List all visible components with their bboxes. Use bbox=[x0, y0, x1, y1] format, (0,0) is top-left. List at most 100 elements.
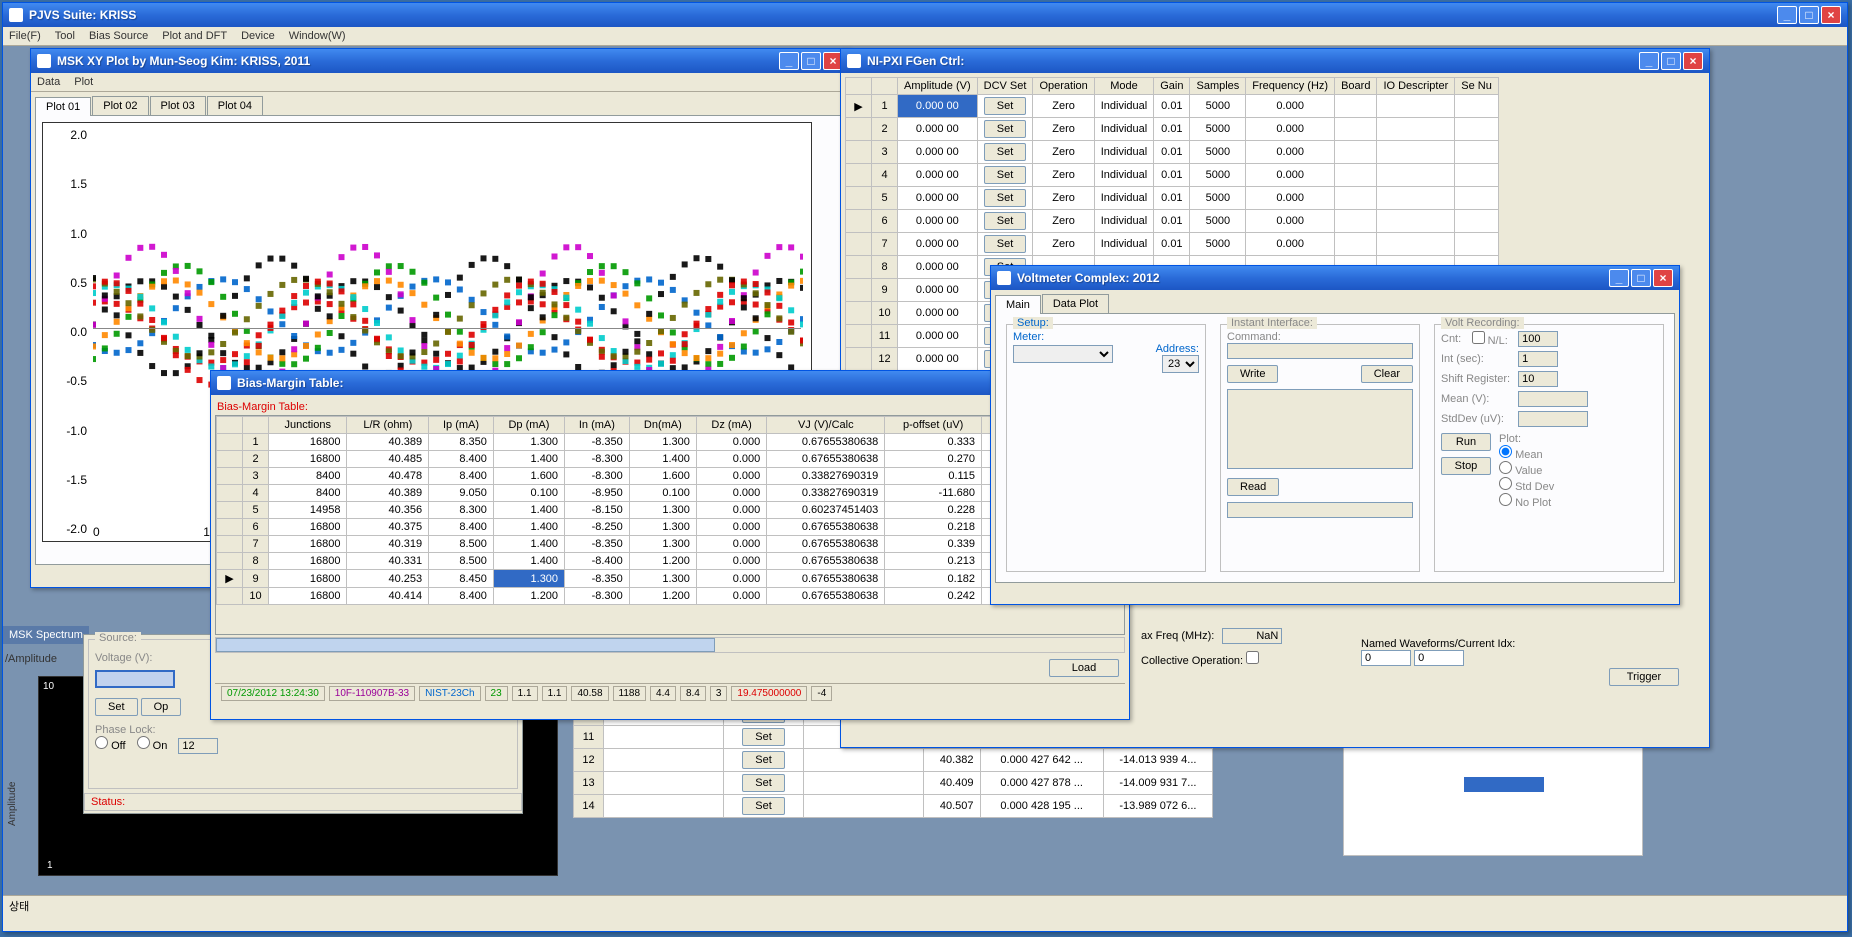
recording-legend: Volt Recording: bbox=[1441, 317, 1524, 329]
menu-window[interactable]: Window(W) bbox=[289, 30, 346, 42]
phase-on[interactable]: On bbox=[137, 740, 168, 752]
stop-button[interactable]: Stop bbox=[1441, 457, 1491, 475]
set-button[interactable]: Set bbox=[742, 797, 785, 815]
command-output bbox=[1227, 389, 1413, 469]
collective-label: Collective Operation: bbox=[1141, 655, 1243, 667]
voltmeter-window: Voltmeter Complex: 2012 _ □ × Main Data … bbox=[990, 265, 1680, 605]
xyplot-title: MSK XY Plot by Mun-Seog Kim: KRISS, 2011 bbox=[57, 54, 779, 68]
xyplot-icon bbox=[37, 54, 51, 68]
bias-title: Bias-Margin Table: bbox=[237, 376, 1059, 390]
command-label: Command: bbox=[1227, 331, 1413, 343]
plot-label: Plot: bbox=[1499, 433, 1554, 445]
set-button[interactable]: Set bbox=[984, 189, 1027, 207]
plot-opt-noplot[interactable]: No Plot bbox=[1499, 497, 1551, 509]
bias-status-strip: 07/23/2012 13:24:30 10F-110907B-33 NIST-… bbox=[215, 683, 1125, 703]
stddev-value bbox=[1518, 411, 1588, 427]
minimize-button[interactable]: _ bbox=[1639, 52, 1659, 70]
instant-legend: Instant Interface: bbox=[1227, 317, 1317, 329]
minimize-button[interactable]: _ bbox=[1777, 6, 1797, 24]
command-input[interactable] bbox=[1227, 343, 1413, 359]
collective-checkbox[interactable] bbox=[1246, 651, 1259, 664]
spectrum-label: MSK Spectrum bbox=[3, 626, 89, 644]
named-wave-label: Named Waveforms/Current Idx: bbox=[1361, 638, 1515, 650]
minimize-button[interactable]: _ bbox=[779, 52, 799, 70]
address-label: Address: bbox=[1156, 343, 1199, 355]
menu-device[interactable]: Device bbox=[241, 30, 275, 42]
maximize-button[interactable]: □ bbox=[1631, 269, 1651, 287]
main-title: PJVS Suite: KRISS bbox=[29, 8, 1777, 22]
fgen-title: NI-PXI FGen Ctrl: bbox=[867, 54, 1639, 68]
menu-file[interactable]: File(F) bbox=[9, 30, 41, 42]
voltage-input[interactable] bbox=[95, 670, 175, 688]
main-menubar: File(F) Tool Bias Source Plot and DFT De… bbox=[3, 27, 1847, 46]
axfreq-label: ax Freq (MHz): bbox=[1141, 630, 1214, 642]
menu-tool[interactable]: Tool bbox=[55, 30, 75, 42]
menu-plot-dft[interactable]: Plot and DFT bbox=[162, 30, 227, 42]
phase-val bbox=[178, 738, 218, 754]
main-titlebar: PJVS Suite: KRISS _ □ × bbox=[3, 3, 1847, 27]
h-scrollbar[interactable] bbox=[215, 637, 1125, 653]
bias-heading: Bias-Margin Table: bbox=[215, 399, 1125, 415]
bias-margin-table[interactable]: JunctionsL/R (ohm)Ip (mA)Dp (mA)In (mA)D… bbox=[216, 416, 1124, 605]
set-button[interactable]: Set bbox=[742, 728, 785, 746]
axfreq-value bbox=[1222, 628, 1282, 644]
source-legend: Source: bbox=[95, 632, 141, 644]
meter-select[interactable] bbox=[1013, 345, 1113, 363]
phase-off[interactable]: Off bbox=[95, 740, 126, 752]
fgen-icon bbox=[847, 54, 861, 68]
set-button[interactable]: Set bbox=[984, 97, 1027, 115]
menu-plot[interactable]: Plot bbox=[74, 76, 93, 88]
tab-main[interactable]: Main bbox=[995, 295, 1041, 314]
trigger-button[interactable]: Trigger bbox=[1609, 668, 1679, 686]
tab-plot01[interactable]: Plot 01 bbox=[35, 97, 91, 116]
set-button[interactable]: Set bbox=[95, 698, 138, 716]
nl-checkbox[interactable] bbox=[1472, 331, 1485, 344]
set-button[interactable]: Set bbox=[742, 751, 785, 769]
mean-label: Mean (V): bbox=[1441, 393, 1510, 405]
write-button[interactable]: Write bbox=[1227, 365, 1278, 383]
voltmeter-title: Voltmeter Complex: 2012 bbox=[1017, 271, 1609, 285]
op-button[interactable]: Op bbox=[141, 698, 182, 716]
status-row: Status: bbox=[84, 793, 522, 811]
tab-plot02[interactable]: Plot 02 bbox=[92, 96, 148, 115]
named-wave-1[interactable] bbox=[1361, 650, 1411, 666]
run-button[interactable]: Run bbox=[1441, 433, 1491, 451]
phase-lock-label: Phase Lock: bbox=[95, 724, 511, 736]
stddev-label: StdDev (uV): bbox=[1441, 413, 1510, 425]
maximize-button[interactable]: □ bbox=[1661, 52, 1681, 70]
set-button[interactable]: Set bbox=[984, 235, 1027, 253]
address-select[interactable]: 23 bbox=[1162, 355, 1199, 373]
load-button[interactable]: Load bbox=[1049, 659, 1119, 677]
close-button[interactable]: × bbox=[1683, 52, 1703, 70]
cnt-label: Cnt: bbox=[1441, 333, 1464, 345]
plot-opt-mean[interactable]: Mean bbox=[1499, 449, 1543, 461]
close-button[interactable]: × bbox=[1821, 6, 1841, 24]
set-button[interactable]: Set bbox=[984, 166, 1027, 184]
int-label: Int (sec): bbox=[1441, 353, 1510, 365]
plot-opt-value[interactable]: Value bbox=[1499, 465, 1542, 477]
clear-button[interactable]: Clear bbox=[1361, 365, 1413, 383]
read-button[interactable]: Read bbox=[1227, 478, 1279, 496]
tab-dataplot[interactable]: Data Plot bbox=[1042, 294, 1109, 313]
set-button[interactable]: Set bbox=[984, 143, 1027, 161]
shift-value bbox=[1518, 371, 1558, 387]
named-wave-2[interactable] bbox=[1414, 650, 1464, 666]
voltmeter-icon bbox=[997, 271, 1011, 285]
close-button[interactable]: × bbox=[1653, 269, 1673, 287]
shift-label: Shift Register: bbox=[1441, 373, 1510, 385]
maximize-button[interactable]: □ bbox=[801, 52, 821, 70]
set-button[interactable]: Set bbox=[984, 212, 1027, 230]
plot-opt-stddev[interactable]: Std Dev bbox=[1499, 481, 1554, 493]
set-button[interactable]: Set bbox=[984, 120, 1027, 138]
tab-plot04[interactable]: Plot 04 bbox=[207, 96, 263, 115]
app-icon bbox=[9, 8, 23, 22]
y-axis-label: Amplitude bbox=[7, 782, 18, 826]
set-button[interactable]: Set bbox=[742, 774, 785, 792]
menu-bias-source[interactable]: Bias Source bbox=[89, 30, 148, 42]
menu-data[interactable]: Data bbox=[37, 76, 60, 88]
tab-plot03[interactable]: Plot 03 bbox=[150, 96, 206, 115]
amp-label: /Amplitude bbox=[3, 651, 59, 667]
minimize-button[interactable]: _ bbox=[1609, 269, 1629, 287]
maximize-button[interactable]: □ bbox=[1799, 6, 1819, 24]
nl-value bbox=[1518, 331, 1558, 347]
